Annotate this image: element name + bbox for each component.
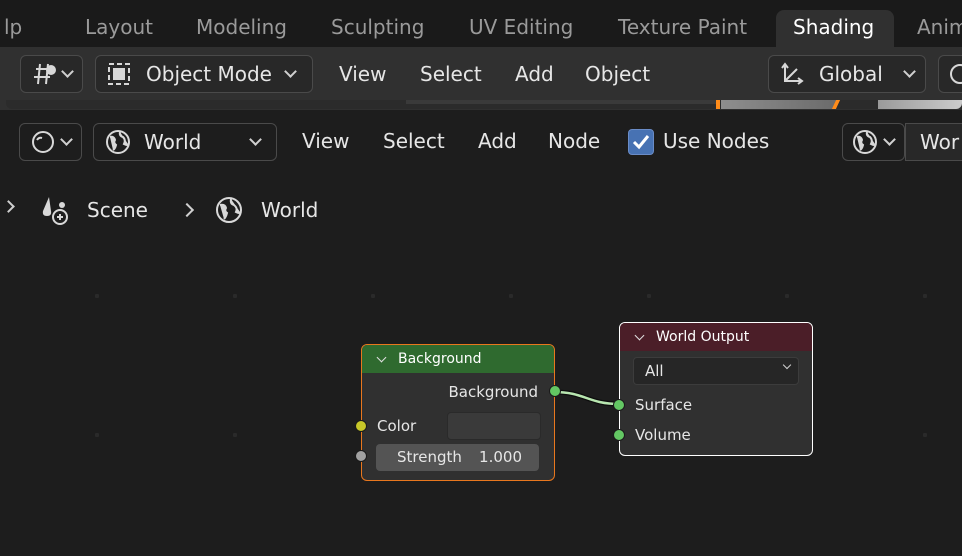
target-dropdown[interactable]: All [633, 357, 799, 385]
world-output-node-title: World Output [656, 329, 750, 345]
world-output-node[interactable]: World Output All Surface Volume [613, 322, 813, 456]
background-output-socket[interactable] [549, 385, 561, 397]
collapse-chevron-icon[interactable] [634, 330, 645, 341]
chevron-down-icon [782, 360, 792, 370]
strength-value: 1.000 [479, 448, 522, 466]
volume-input-socket[interactable] [613, 429, 625, 441]
blender-window: lp Layout Modeling Sculpting UV Editing … [0, 0, 962, 556]
strength-label: Strength [397, 448, 462, 466]
background-node[interactable]: Background Background Color Strength 1.0… [355, 344, 561, 481]
target-value: All [645, 362, 664, 380]
color-swatch[interactable] [447, 412, 541, 440]
collapse-chevron-icon[interactable] [376, 352, 387, 363]
background-node-header[interactable]: Background [362, 345, 554, 373]
strength-input-socket[interactable] [355, 450, 367, 462]
color-input-label: Color [377, 417, 417, 435]
world-output-node-header[interactable]: World Output [620, 323, 812, 351]
volume-input-label: Volume [635, 426, 691, 444]
surface-input-label: Surface [635, 396, 693, 414]
color-input-socket[interactable] [355, 420, 367, 432]
background-output-label: Background [448, 383, 539, 401]
strength-field[interactable]: Strength 1.000 [376, 444, 539, 471]
surface-input-socket[interactable] [613, 399, 625, 411]
background-node-title: Background [398, 351, 482, 367]
